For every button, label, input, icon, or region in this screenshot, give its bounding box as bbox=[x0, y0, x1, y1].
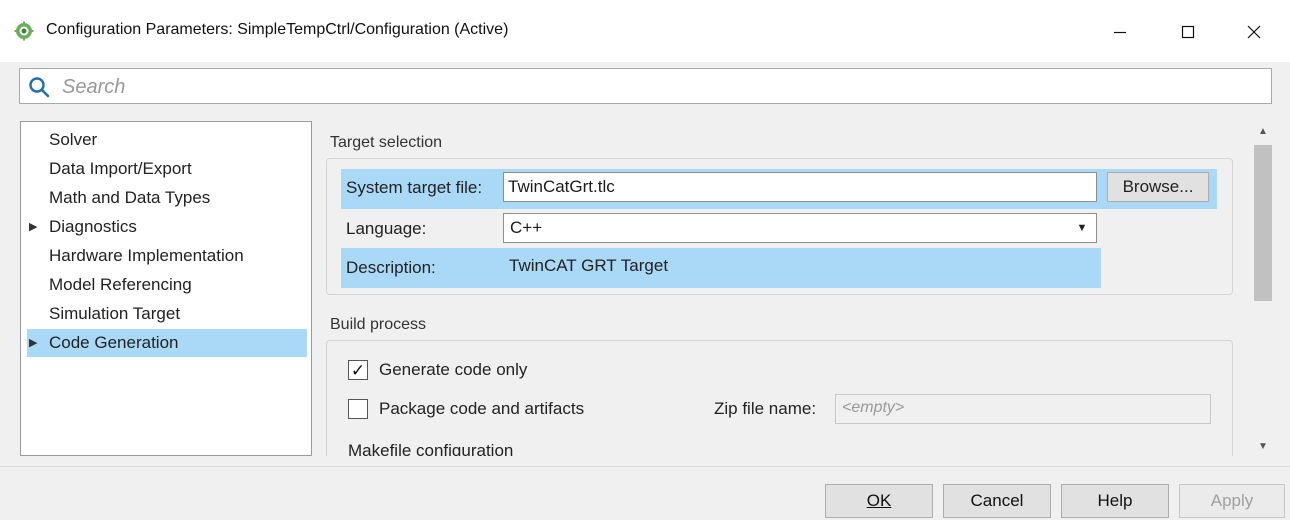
tree-item-hardware-implementation[interactable]: Hardware Implementation bbox=[27, 242, 307, 270]
system-target-field[interactable]: TwinCatGrt.tlc bbox=[503, 172, 1097, 202]
target-selection-title: Target selection bbox=[330, 134, 443, 151]
close-button[interactable] bbox=[1224, 12, 1284, 52]
browse-button[interactable]: Browse... bbox=[1107, 172, 1209, 202]
package-code-label: Package code and artifacts bbox=[379, 399, 585, 418]
tree-item-label: Solver bbox=[49, 130, 98, 149]
build-process-title: Build process bbox=[330, 316, 427, 333]
tree-item-model-referencing[interactable]: Model Referencing bbox=[27, 271, 307, 299]
settings-panel: Target selection System target file: Twi… bbox=[316, 121, 1243, 456]
tree-item-simulation-target[interactable]: Simulation Target bbox=[27, 300, 307, 328]
panel-scrollbar[interactable]: ▲ ▼ bbox=[1252, 121, 1274, 456]
zip-file-name-label: Zip file name: bbox=[714, 399, 817, 418]
tree-item-label: Model Referencing bbox=[49, 275, 192, 294]
minimize-icon bbox=[1114, 31, 1126, 34]
tree-item-data-import-export[interactable]: Data Import/Export bbox=[27, 155, 307, 183]
minimize-button[interactable] bbox=[1090, 12, 1150, 52]
search-box[interactable] bbox=[19, 68, 1272, 104]
tree-item-label: Simulation Target bbox=[49, 304, 181, 323]
package-code-checkbox[interactable] bbox=[348, 399, 368, 419]
system-target-label: System target file: bbox=[346, 178, 483, 197]
category-tree: Solver Data Import/Export Math and Data … bbox=[20, 121, 312, 456]
scrollbar-thumb[interactable] bbox=[1254, 145, 1272, 301]
tree-item-label: Code Generation bbox=[49, 333, 179, 352]
cancel-button[interactable]: Cancel bbox=[943, 484, 1051, 518]
footer-separator bbox=[0, 466, 1290, 467]
ok-button-label: OK bbox=[866, 491, 892, 510]
scroll-up-icon[interactable]: ▲ bbox=[1252, 121, 1274, 141]
language-value: C++ bbox=[510, 218, 543, 237]
language-dropdown[interactable]: C++ ▼ bbox=[503, 213, 1097, 243]
zip-file-name-field: <empty> bbox=[835, 394, 1211, 424]
generate-code-only-checkbox[interactable]: ✓ bbox=[348, 360, 368, 380]
maximize-icon bbox=[1181, 25, 1195, 39]
help-button[interactable]: Help bbox=[1061, 484, 1169, 518]
scroll-down-icon[interactable]: ▼ bbox=[1252, 436, 1274, 456]
window-title: Configuration Parameters: SimpleTempCtrl… bbox=[46, 21, 509, 38]
close-icon bbox=[1247, 25, 1261, 39]
generate-code-only-label: Generate code only bbox=[379, 360, 528, 379]
search-icon bbox=[29, 77, 50, 98]
apply-button-label: Apply bbox=[1210, 491, 1254, 510]
expand-arrow-icon[interactable]: ▶ bbox=[29, 213, 37, 241]
tree-item-math-and-data-types[interactable]: Math and Data Types bbox=[27, 184, 307, 212]
tree-item-solver[interactable]: Solver bbox=[27, 126, 307, 154]
description-label: Description: bbox=[346, 258, 436, 277]
tree-item-diagnostics[interactable]: ▶ Diagnostics bbox=[27, 213, 307, 241]
ok-button[interactable]: OK bbox=[825, 484, 933, 518]
tree-item-label: Math and Data Types bbox=[49, 188, 211, 207]
help-button-label: Help bbox=[1097, 491, 1133, 510]
description-value: TwinCAT GRT Target bbox=[509, 256, 669, 275]
tree-item-code-generation[interactable]: ▶ Code Generation bbox=[27, 329, 307, 357]
language-label: Language: bbox=[346, 219, 427, 238]
tree-item-label: Diagnostics bbox=[49, 217, 137, 236]
tree-item-label: Data Import/Export bbox=[49, 159, 192, 178]
title-bar: Configuration Parameters: SimpleTempCtrl… bbox=[0, 0, 1290, 62]
tree-item-label: Hardware Implementation bbox=[49, 246, 244, 265]
chevron-down-icon[interactable]: ▼ bbox=[1068, 214, 1096, 242]
cancel-button-label: Cancel bbox=[970, 491, 1024, 510]
search-input[interactable] bbox=[60, 73, 1254, 101]
description-row bbox=[341, 248, 1101, 288]
apply-button: Apply bbox=[1179, 484, 1285, 518]
makefile-configuration-label: Makefile configuration bbox=[348, 441, 514, 456]
app-icon bbox=[14, 21, 34, 41]
maximize-button[interactable] bbox=[1158, 12, 1218, 52]
expand-arrow-icon[interactable]: ▶ bbox=[29, 329, 37, 357]
